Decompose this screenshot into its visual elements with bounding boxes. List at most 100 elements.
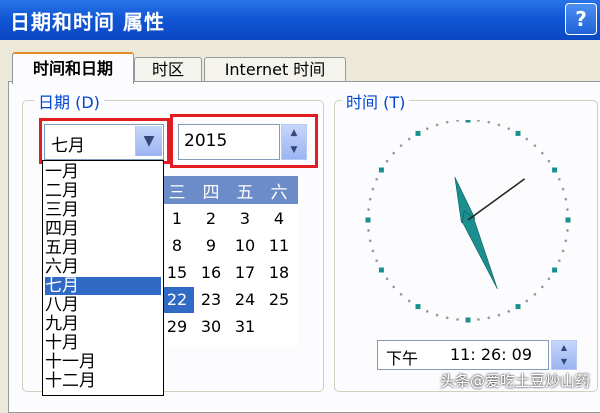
calendar-day[interactable]: 8 <box>160 233 194 259</box>
hour-tick <box>365 217 371 223</box>
minute-tick <box>399 144 403 147</box>
weekday-label: 六 <box>270 183 288 203</box>
minute-tick <box>375 259 378 262</box>
calendar-day[interactable]: 30 <box>194 314 228 340</box>
minute-tick <box>547 277 551 281</box>
calendar-day[interactable]: 4 <box>262 206 296 232</box>
minute-tick <box>561 249 565 253</box>
minute-tick <box>525 299 529 303</box>
calendar-day[interactable]: 3 <box>228 206 262 232</box>
month-dropdown-list[interactable]: 一月 二月 三月 四月 五月 六月 七月 八月 九月 十月 十一月 十二月 <box>42 160 164 396</box>
minute-tick <box>385 277 389 281</box>
minute-tick <box>435 313 439 317</box>
tab-time-zone[interactable]: 时区 <box>134 57 202 82</box>
month-option[interactable]: 八月 <box>45 296 161 314</box>
hour-tick <box>465 317 471 323</box>
minute-tick <box>426 310 429 313</box>
minute-tick <box>371 187 375 191</box>
minute-tick <box>392 285 395 289</box>
minute-tick <box>399 293 403 296</box>
calendar-day[interactable]: 16 <box>194 260 228 286</box>
month-option[interactable]: 六月 <box>45 258 161 276</box>
minute-tick <box>487 120 491 124</box>
month-option[interactable]: 四月 <box>45 220 161 238</box>
month-option[interactable]: 九月 <box>45 315 161 333</box>
minute-tick <box>566 208 569 211</box>
time-ampm: 下午 <box>386 349 419 368</box>
calendar-day[interactable]: 22 <box>160 287 194 313</box>
highlight-box-month <box>39 118 170 164</box>
minute-tick <box>564 197 568 201</box>
minute-tick <box>487 316 491 320</box>
minute-tick <box>561 187 565 191</box>
help-button[interactable]: ? <box>565 3 597 35</box>
weekday-label: 五 <box>236 183 254 203</box>
hour-tick <box>565 217 571 223</box>
minute-tick <box>558 178 561 181</box>
spin-up-icon[interactable]: ▲ <box>552 341 576 355</box>
minute-tick <box>477 119 480 122</box>
date-group-label: 日期 (D) <box>34 89 104 113</box>
hour-tick <box>378 167 384 173</box>
calendar-day[interactable]: 25 <box>262 287 296 313</box>
calendar-day[interactable]: 23 <box>194 287 228 313</box>
window-title: 日期和时间 属性 <box>10 10 165 34</box>
month-option[interactable]: 七月 <box>45 277 161 295</box>
minute-tick <box>533 144 537 147</box>
hour-tick <box>552 267 558 273</box>
month-option[interactable]: 十月 <box>45 334 161 352</box>
calendar-day[interactable]: 31 <box>228 314 262 340</box>
weekday-label: 四 <box>202 183 220 203</box>
month-option[interactable]: 十一月 <box>45 353 161 371</box>
time-spinner[interactable]: ▲ ▼ <box>551 340 577 370</box>
time-input[interactable]: 下午 11: 26: 09 <box>377 340 549 370</box>
minute-tick <box>541 285 544 289</box>
hour-tick <box>465 117 471 123</box>
hour-tick <box>415 304 421 310</box>
minute-tick <box>392 151 395 155</box>
analog-clock <box>360 117 580 340</box>
calendar-day[interactable]: 18 <box>262 260 296 286</box>
minute-tick <box>407 299 411 303</box>
calendar-day[interactable]: 29 <box>160 314 194 340</box>
tab-internet-time[interactable]: Internet 时间 <box>204 57 346 82</box>
hour-tick <box>515 130 521 136</box>
calendar: 三 四 五 六 1 2 3 4 8 9 10 11 15 16 17 18 22 23 24 25 29 30 31 <box>160 176 298 346</box>
highlight-box-year <box>170 114 318 168</box>
minute-tick <box>367 229 370 232</box>
tab-date-time[interactable]: 时间和日期 <box>12 52 134 84</box>
calendar-day[interactable]: 24 <box>228 287 262 313</box>
weekday-label: 三 <box>168 183 186 203</box>
minute-tick <box>385 159 389 163</box>
month-option[interactable]: 一月 <box>45 163 161 181</box>
calendar-day[interactable]: 11 <box>262 233 296 259</box>
minute-tick <box>375 178 378 181</box>
calendar-header: 三 四 五 六 <box>160 176 298 204</box>
calendar-day[interactable]: 9 <box>194 233 228 259</box>
calendar-day[interactable]: 1 <box>160 206 194 232</box>
title-bar: 日期和时间 属性 ? <box>0 0 600 40</box>
minute-tick <box>541 151 544 155</box>
spin-down-icon[interactable]: ▼ <box>552 355 576 369</box>
minute-hand <box>462 210 498 290</box>
minute-tick <box>564 239 568 243</box>
minute-tick <box>435 123 439 127</box>
minute-tick <box>456 119 459 122</box>
time-value: 11: 26: 09 <box>450 345 533 364</box>
calendar-day[interactable]: 15 <box>160 260 194 286</box>
minute-tick <box>477 318 480 321</box>
month-option[interactable]: 十二月 <box>45 372 161 390</box>
minute-tick <box>367 208 370 211</box>
calendar-day[interactable]: 2 <box>194 206 228 232</box>
minute-tick <box>368 239 372 243</box>
hour-tick <box>378 267 384 273</box>
minute-tick <box>445 120 449 124</box>
minute-tick <box>368 197 372 201</box>
minute-tick <box>547 159 551 163</box>
calendar-day[interactable]: 10 <box>228 233 262 259</box>
calendar-day[interactable]: 17 <box>228 260 262 286</box>
month-option[interactable]: 五月 <box>45 239 161 257</box>
month-option[interactable]: 三月 <box>45 201 161 219</box>
month-option[interactable]: 二月 <box>45 182 161 200</box>
tab-strip: 时间和日期 时区 Internet 时间 <box>8 52 598 84</box>
